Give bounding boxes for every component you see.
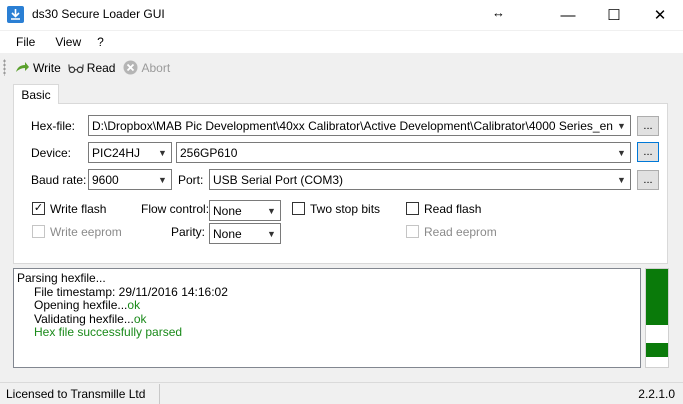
write-arrow-icon [14, 60, 30, 76]
write-label: Write [33, 60, 61, 75]
read-flash-checkbox[interactable] [406, 202, 419, 215]
abort-button[interactable]: Abort [122, 60, 170, 76]
chevron-down-icon: ▼ [158, 174, 167, 185]
license-text: Licensed to Transmille Ltd [6, 386, 146, 401]
maximize-button[interactable]: ☐ [591, 0, 637, 30]
progress-bar-lower [646, 343, 668, 357]
toolbar-grip[interactable] [3, 59, 6, 76]
port-select[interactable]: USB Serial Port (COM3) ▼ [209, 169, 631, 190]
status-bar: Licensed to Transmille Ltd 2.2.1.0 [0, 382, 683, 404]
write-eeprom-checkbox[interactable] [32, 225, 45, 238]
two-stop-bits-label: Two stop bits [310, 202, 381, 216]
chevron-down-icon: ▼ [267, 228, 276, 239]
parity-select[interactable]: None ▼ [209, 223, 281, 244]
hexfile-combobox[interactable]: D:\Dropbox\MAB Pic Development\40xx Cali… [88, 115, 631, 136]
toolbar: Write Read Abort [0, 55, 683, 80]
log-line: Opening hexfile...ok [34, 298, 140, 312]
device-settings-button[interactable]: ... [637, 142, 659, 162]
port-value: USB Serial Port (COM3) [213, 172, 344, 187]
write-flash-checkbox[interactable]: ✓ [32, 202, 45, 215]
log-ok: ok [127, 298, 141, 312]
hexfile-label: Hex-file: [31, 119, 76, 133]
flow-control-select[interactable]: None ▼ [209, 200, 281, 221]
log-text: Opening hexfile... [34, 298, 128, 312]
read-label: Read [86, 60, 116, 75]
resize-cursor-icon: ↔ [492, 5, 505, 20]
write-eeprom-label: Write eeprom [50, 225, 122, 239]
log-line: Parsing hexfile... [17, 271, 106, 285]
write-button[interactable]: Write [14, 60, 61, 76]
version-text: 2.2.1.0 [638, 386, 675, 401]
chevron-down-icon: ▼ [617, 174, 626, 185]
parity-label: Parity: [171, 225, 206, 239]
baud-rate-label: Baud rate: [31, 173, 87, 187]
log-line: Validating hexfile...ok [34, 312, 147, 326]
read-eeprom-checkbox[interactable] [406, 225, 419, 238]
menu-view[interactable]: View [43, 35, 89, 49]
write-flash-label: Write flash [50, 202, 107, 216]
read-flash-label: Read flash [424, 202, 482, 216]
read-eeprom-label: Read eeprom [424, 225, 497, 239]
log-line: Hex file successfully parsed [34, 325, 183, 339]
device-family-select[interactable]: PIC24HJ ▼ [88, 142, 172, 163]
chevron-down-icon: ▼ [158, 147, 167, 158]
menu-file[interactable]: File [0, 35, 43, 49]
close-button[interactable]: ✕ [637, 0, 683, 30]
app-download-icon [7, 6, 24, 23]
hexfile-browse-button[interactable]: ... [637, 116, 659, 136]
abort-x-icon [122, 60, 138, 76]
chevron-down-icon: ▼ [617, 147, 626, 158]
port-refresh-button[interactable]: ... [637, 170, 659, 190]
baud-rate-select[interactable]: 9600 ▼ [88, 169, 172, 190]
log-line: File timestamp: 29/11/2016 14:16:02 [34, 285, 228, 299]
device-family-value: PIC24HJ [92, 145, 141, 160]
tab-basic[interactable]: Basic [13, 84, 59, 104]
progress-indicator [645, 268, 669, 368]
log-ok: ok [133, 312, 147, 326]
baud-rate-value: 9600 [92, 172, 119, 187]
log-output[interactable]: Parsing hexfile... File timestamp: 29/11… [13, 268, 641, 368]
parity-value: None [213, 226, 242, 241]
status-separator [159, 383, 161, 404]
minimize-button[interactable]: — [545, 0, 591, 30]
flow-control-label: Flow control: [141, 202, 210, 216]
chevron-down-icon: ▼ [617, 120, 626, 131]
window-title: ds30 Secure Loader GUI [32, 7, 165, 21]
abort-label: Abort [141, 60, 171, 75]
menu-bar: File View ? [0, 31, 683, 53]
device-label: Device: [31, 146, 72, 160]
device-model-select[interactable]: 256GP610 ▼ [176, 142, 631, 163]
port-label: Port: [178, 173, 204, 187]
device-model-value: 256GP610 [180, 145, 238, 160]
read-button[interactable]: Read [68, 60, 116, 76]
two-stop-bits-checkbox[interactable] [292, 202, 305, 215]
hexfile-value: D:\Dropbox\MAB Pic Development\40xx Cali… [92, 118, 613, 133]
progress-bar-upper [646, 269, 668, 325]
chevron-down-icon: ▼ [267, 205, 276, 216]
flow-control-value: None [213, 203, 242, 218]
read-glasses-icon [68, 60, 84, 76]
log-text: Validating hexfile... [34, 312, 134, 326]
title-bar: ds30 Secure Loader GUI ↔ — ☐ ✕ [0, 0, 683, 30]
menu-help[interactable]: ? [89, 35, 112, 49]
